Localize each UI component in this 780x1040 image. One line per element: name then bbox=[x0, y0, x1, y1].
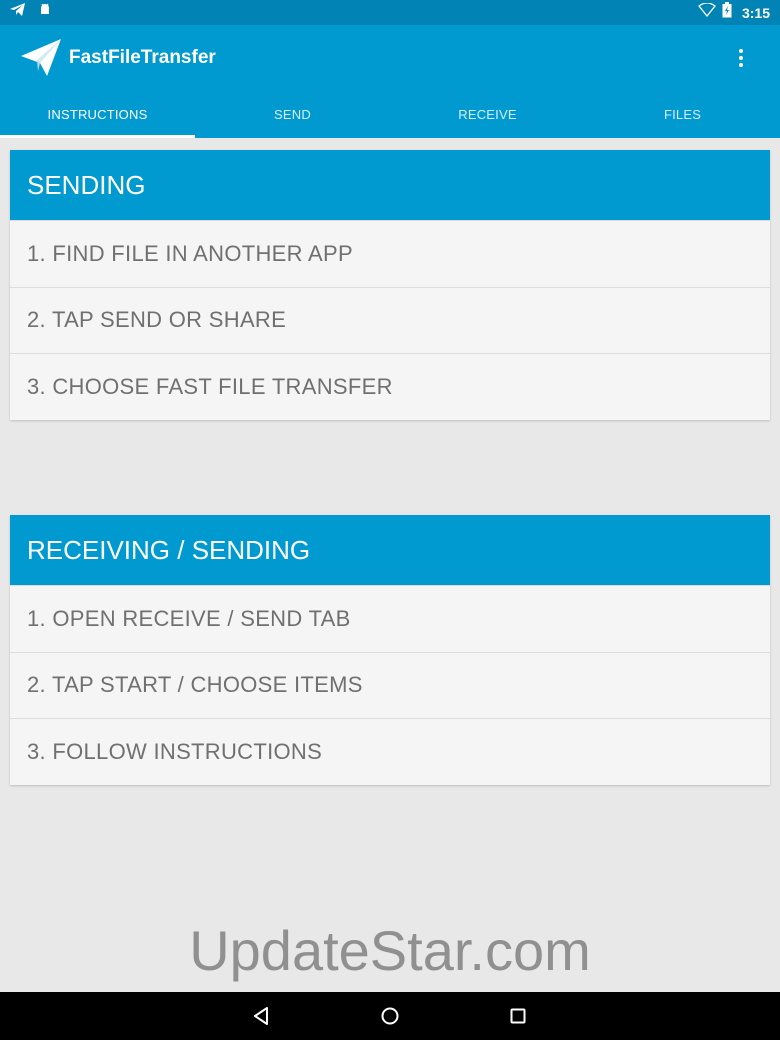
sending-card: SENDING 1. FIND FILE IN ANOTHER APP 2. T… bbox=[10, 150, 770, 420]
tab-instructions[interactable]: INSTRUCTIONS bbox=[0, 91, 195, 138]
card-title: RECEIVING / SENDING bbox=[10, 515, 770, 585]
list-item: 2. TAP SEND OR SHARE bbox=[10, 286, 770, 354]
recents-icon[interactable] bbox=[504, 1002, 532, 1030]
list-item: 1. OPEN RECEIVE / SEND TAB bbox=[10, 585, 770, 652]
android-debug-icon bbox=[38, 3, 52, 22]
list-item: 3. FOLLOW INSTRUCTIONS bbox=[10, 718, 770, 785]
back-icon[interactable] bbox=[248, 1002, 276, 1030]
status-bar: 3:15 bbox=[0, 0, 780, 25]
battery-icon bbox=[722, 2, 732, 23]
overflow-menu-icon[interactable] bbox=[728, 45, 754, 71]
status-time: 3:15 bbox=[741, 4, 770, 21]
navigation-bar bbox=[0, 992, 780, 1040]
list-item: 2. TAP START / CHOOSE ITEMS bbox=[10, 651, 770, 719]
app-title: FastFileTransfer bbox=[69, 47, 216, 68]
list-item: 3. CHOOSE FAST FILE TRANSFER bbox=[10, 353, 770, 420]
paper-plane-icon bbox=[20, 38, 62, 78]
wifi-icon bbox=[698, 2, 716, 22]
card-title: SENDING bbox=[10, 150, 770, 220]
tab-receive[interactable]: RECEIVE bbox=[390, 91, 585, 138]
telegram-icon bbox=[10, 3, 26, 22]
tab-send[interactable]: SEND bbox=[195, 91, 390, 138]
tab-files[interactable]: FILES bbox=[585, 91, 780, 138]
list-item: 1. FIND FILE IN ANOTHER APP bbox=[10, 220, 770, 287]
receiving-card: RECEIVING / SENDING 1. OPEN RECEIVE / SE… bbox=[10, 515, 770, 785]
watermark: UpdateStar.com bbox=[189, 919, 591, 982]
app-bar: FastFileTransfer INSTRUCTIONS SEND RECEI… bbox=[0, 25, 780, 138]
tab-bar: INSTRUCTIONS SEND RECEIVE FILES bbox=[0, 91, 780, 138]
toolbar: FastFileTransfer bbox=[0, 25, 780, 91]
home-icon[interactable] bbox=[376, 1002, 404, 1030]
